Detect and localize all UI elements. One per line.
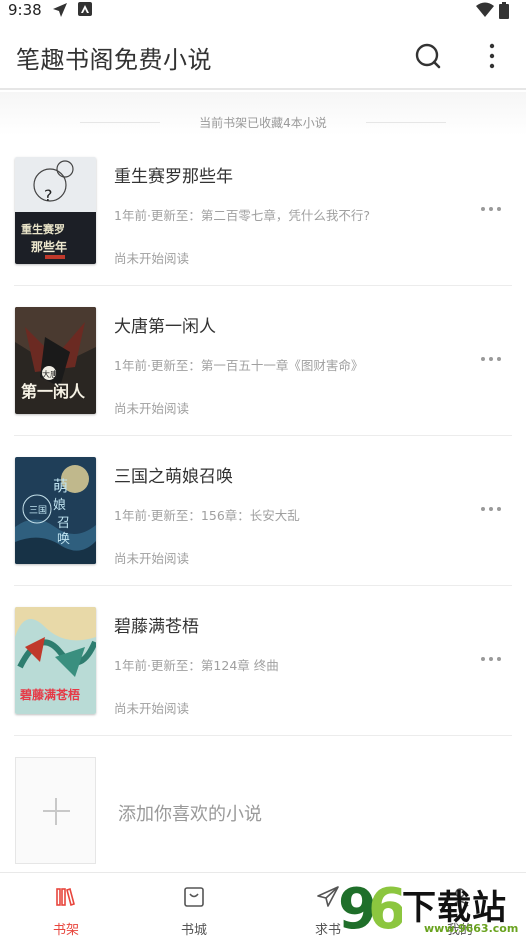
book-title: 大唐第一闲人 xyxy=(114,317,216,337)
nav-tab-bookshelf[interactable]: 书架 xyxy=(0,873,132,940)
book-progress: 尚未开始阅读 xyxy=(114,551,190,566)
nav-label: 书架 xyxy=(52,923,79,938)
book-title: 三国之萌娘召唤 xyxy=(114,467,233,487)
watermark-logo: 9 6 下载站 www.9663.com xyxy=(338,876,524,938)
status-bar: 9:38 xyxy=(0,0,526,22)
svg-text:那些年: 那些年 xyxy=(31,239,67,254)
wifi-icon xyxy=(476,2,494,17)
more-dots-icon xyxy=(481,507,485,511)
more-dots-icon xyxy=(481,207,485,211)
more-dots-icon xyxy=(481,657,485,661)
svg-text:大唐: 大唐 xyxy=(42,369,58,379)
add-novel-button[interactable] xyxy=(15,757,96,864)
book-update-info: 1年前·更新至：第一百五十一章《图财害命》 xyxy=(114,358,364,373)
more-options-button[interactable] xyxy=(476,40,508,72)
watermark-96-logo: 9 6 xyxy=(338,877,402,936)
svg-text:?: ? xyxy=(44,186,53,205)
book-cover: ? 重生赛罗 那些年 xyxy=(15,157,96,264)
svg-text:第一闲人: 第一闲人 xyxy=(21,382,86,401)
book-update-info: 1年前·更新至：第124章 终曲 xyxy=(114,658,279,673)
shelf-info-strip: 当前书架已收藏4本小说 xyxy=(0,92,526,136)
book-item[interactable]: 碧藤满苍梧 碧藤满苍梧 1年前·更新至：第124章 终曲 尚未开始阅读 xyxy=(0,586,526,736)
status-time: 9:38 xyxy=(8,1,42,19)
book-update-info: 1年前·更新至：156章：长安大乱 xyxy=(114,508,300,523)
book-more-button[interactable] xyxy=(476,498,506,520)
svg-text:唤: 唤 xyxy=(57,532,70,547)
book-title: 碧藤满苍梧 xyxy=(114,617,199,637)
more-dots-icon xyxy=(481,357,485,361)
svg-text:6: 6 xyxy=(368,877,402,936)
watermark-url: www.9663.com xyxy=(424,922,519,935)
bookshelf-icon xyxy=(56,887,75,907)
book-cover: 碧藤满苍梧 xyxy=(15,607,96,714)
book-progress: 尚未开始阅读 xyxy=(114,251,190,266)
svg-text:萌: 萌 xyxy=(53,477,68,495)
battery-icon xyxy=(499,2,509,19)
book-title: 重生赛罗那些年 xyxy=(114,167,233,187)
book-more-button[interactable] xyxy=(476,198,506,220)
app-bar: 笔趣书阁免费小说 xyxy=(0,22,526,90)
search-button[interactable] xyxy=(412,40,444,72)
add-novel-row: 添加你喜欢的小说 xyxy=(0,736,526,872)
divider xyxy=(366,122,446,123)
svg-text:三国: 三国 xyxy=(29,505,47,516)
vertical-dots-icon xyxy=(489,43,495,69)
nav-label: 书城 xyxy=(180,923,207,938)
search-icon xyxy=(415,43,441,69)
book-item[interactable]: 萌 娘 召 唤 三国 三国之萌娘召唤 1年前·更新至：156章：长安大乱 尚未开… xyxy=(0,436,526,586)
navigation-arrow-icon xyxy=(53,3,67,17)
book-item[interactable]: 大唐 第一闲人 大唐第一闲人 1年前·更新至：第一百五十一章《图财害命》 尚未开… xyxy=(0,286,526,436)
book-update-info: 1年前·更新至：第二百零七章，凭什么我不行? xyxy=(114,208,371,223)
svg-text:召: 召 xyxy=(57,516,70,531)
paper-plane-icon xyxy=(317,886,339,907)
svg-text:娘: 娘 xyxy=(53,498,66,513)
book-cover: 萌 娘 召 唤 三国 xyxy=(15,457,96,564)
book-progress: 尚未开始阅读 xyxy=(114,701,190,716)
book-item[interactable]: ? 重生赛罗 那些年 重生赛罗那些年 1年前·更新至：第二百零七章，凭什么我不行… xyxy=(0,136,526,286)
add-novel-label[interactable]: 添加你喜欢的小说 xyxy=(118,800,262,826)
book-progress: 尚未开始阅读 xyxy=(114,401,190,416)
book-more-button[interactable] xyxy=(476,348,506,370)
app-title: 笔趣书阁免费小说 xyxy=(16,46,212,74)
shelf-count-text: 当前书架已收藏4本小说 xyxy=(199,116,327,130)
svg-text:碧藤满苍梧: 碧藤满苍梧 xyxy=(19,687,80,702)
app-notification-icon xyxy=(78,2,92,16)
book-more-button[interactable] xyxy=(476,648,506,670)
svg-text:重生赛罗: 重生赛罗 xyxy=(21,222,65,236)
book-cover: 大唐 第一闲人 xyxy=(15,307,96,414)
bookstore-icon xyxy=(184,887,204,907)
nav-tab-bookstore[interactable]: 书城 xyxy=(128,873,260,940)
